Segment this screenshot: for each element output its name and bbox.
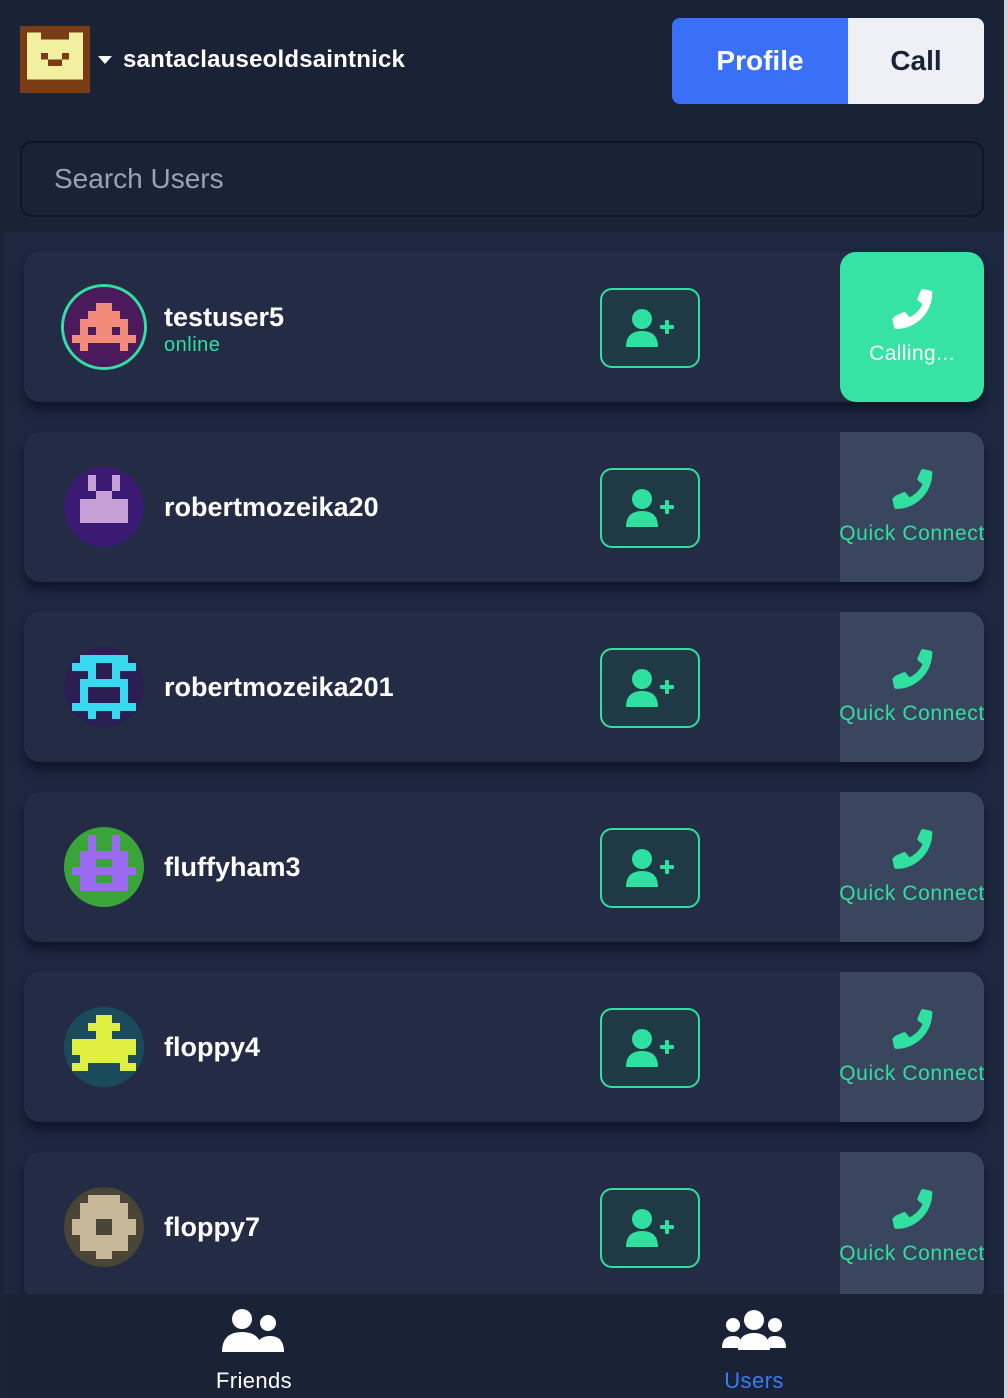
user-plus-icon (626, 669, 674, 707)
quick-connect-label: Calling... (869, 342, 955, 365)
user-plus-icon (626, 849, 674, 887)
caret-down-icon[interactable] (98, 56, 112, 64)
user-name: robertmozeika20 (164, 492, 379, 522)
users-group-icon (722, 1310, 786, 1350)
user-card: fluffyham3 Quick Connect (24, 792, 984, 942)
add-friend-button[interactable] (600, 828, 700, 908)
quick-connect-button[interactable]: Calling... (840, 252, 984, 402)
quick-connect-label: Quick Connect (839, 522, 984, 545)
user-card: floppy4 Quick Connect (24, 972, 984, 1122)
user-name: floppy4 (164, 1032, 261, 1062)
user-name: robertmozeika201 (164, 672, 394, 702)
current-user-avatar[interactable] (20, 26, 90, 93)
phone-icon (892, 469, 933, 509)
user-plus-icon (626, 489, 674, 527)
quick-connect-label: Quick Connect (839, 702, 984, 725)
search-box (20, 141, 984, 217)
phone-icon (892, 289, 933, 329)
quick-connect-button[interactable]: Quick Connect (839, 1152, 984, 1294)
add-friend-button[interactable] (600, 1188, 700, 1268)
user-status: online (164, 334, 221, 356)
quick-connect-label: Quick Connect (839, 1062, 984, 1085)
add-friend-button[interactable] (600, 1008, 700, 1088)
call-button[interactable]: Call (848, 18, 984, 104)
phone-icon (892, 649, 933, 689)
user-name: floppy7 (164, 1212, 261, 1242)
user-name: fluffyham3 (164, 852, 301, 882)
profile-button[interactable]: Profile (672, 18, 848, 104)
user-list[interactable]: testuser5 online Calling... robertmozeik… (4, 232, 1004, 1294)
user-plus-icon (626, 1209, 674, 1247)
nav-tab-users[interactable]: Users (504, 1294, 1004, 1398)
current-username[interactable]: santaclauseoldsaintnick (123, 46, 405, 74)
user-plus-icon (626, 1029, 674, 1067)
phone-icon (892, 1009, 933, 1049)
add-friend-button[interactable] (600, 288, 700, 368)
quick-connect-button[interactable]: Quick Connect (839, 972, 984, 1122)
user-card: robertmozeika20 Quick Connect (24, 432, 984, 582)
phone-icon (892, 829, 933, 869)
user-plus-icon (626, 309, 674, 347)
bottom-nav: Friends Users (4, 1294, 1004, 1398)
user-card: robertmozeika201 Quick Connect (24, 612, 984, 762)
user-card: testuser5 online Calling... (24, 252, 984, 402)
nav-friends-label: Friends (215, 1368, 293, 1393)
nav-tab-friends[interactable]: Friends (4, 1294, 504, 1398)
phone-icon (892, 1189, 933, 1229)
user-avatar (64, 1007, 144, 1087)
user-name: testuser5 (164, 302, 285, 332)
user-card: floppy7 Quick Connect (24, 1152, 984, 1294)
user-avatar (64, 827, 144, 907)
add-friend-button[interactable] (600, 468, 700, 548)
quick-connect-label: Quick Connect (839, 1242, 984, 1265)
user-avatar (64, 1187, 144, 1267)
add-friend-button[interactable] (600, 648, 700, 728)
user-avatar (64, 467, 144, 547)
app-window: santaclauseoldsaintnick Profile Call Sea… (0, 0, 1004, 1398)
quick-connect-button[interactable]: Quick Connect (839, 792, 984, 942)
window-edge (1004, 0, 1008, 1398)
header: santaclauseoldsaintnick Profile Call (0, 0, 1004, 232)
search-input[interactable] (22, 143, 982, 215)
user-avatar (64, 287, 144, 367)
user-avatar (64, 647, 144, 727)
quick-connect-button[interactable]: Quick Connect (839, 612, 984, 762)
friends-icon (222, 1309, 284, 1352)
nav-users-label: Users (724, 1368, 784, 1393)
quick-connect-label: Quick Connect (839, 882, 984, 905)
quick-connect-button[interactable]: Quick Connect (839, 432, 984, 582)
